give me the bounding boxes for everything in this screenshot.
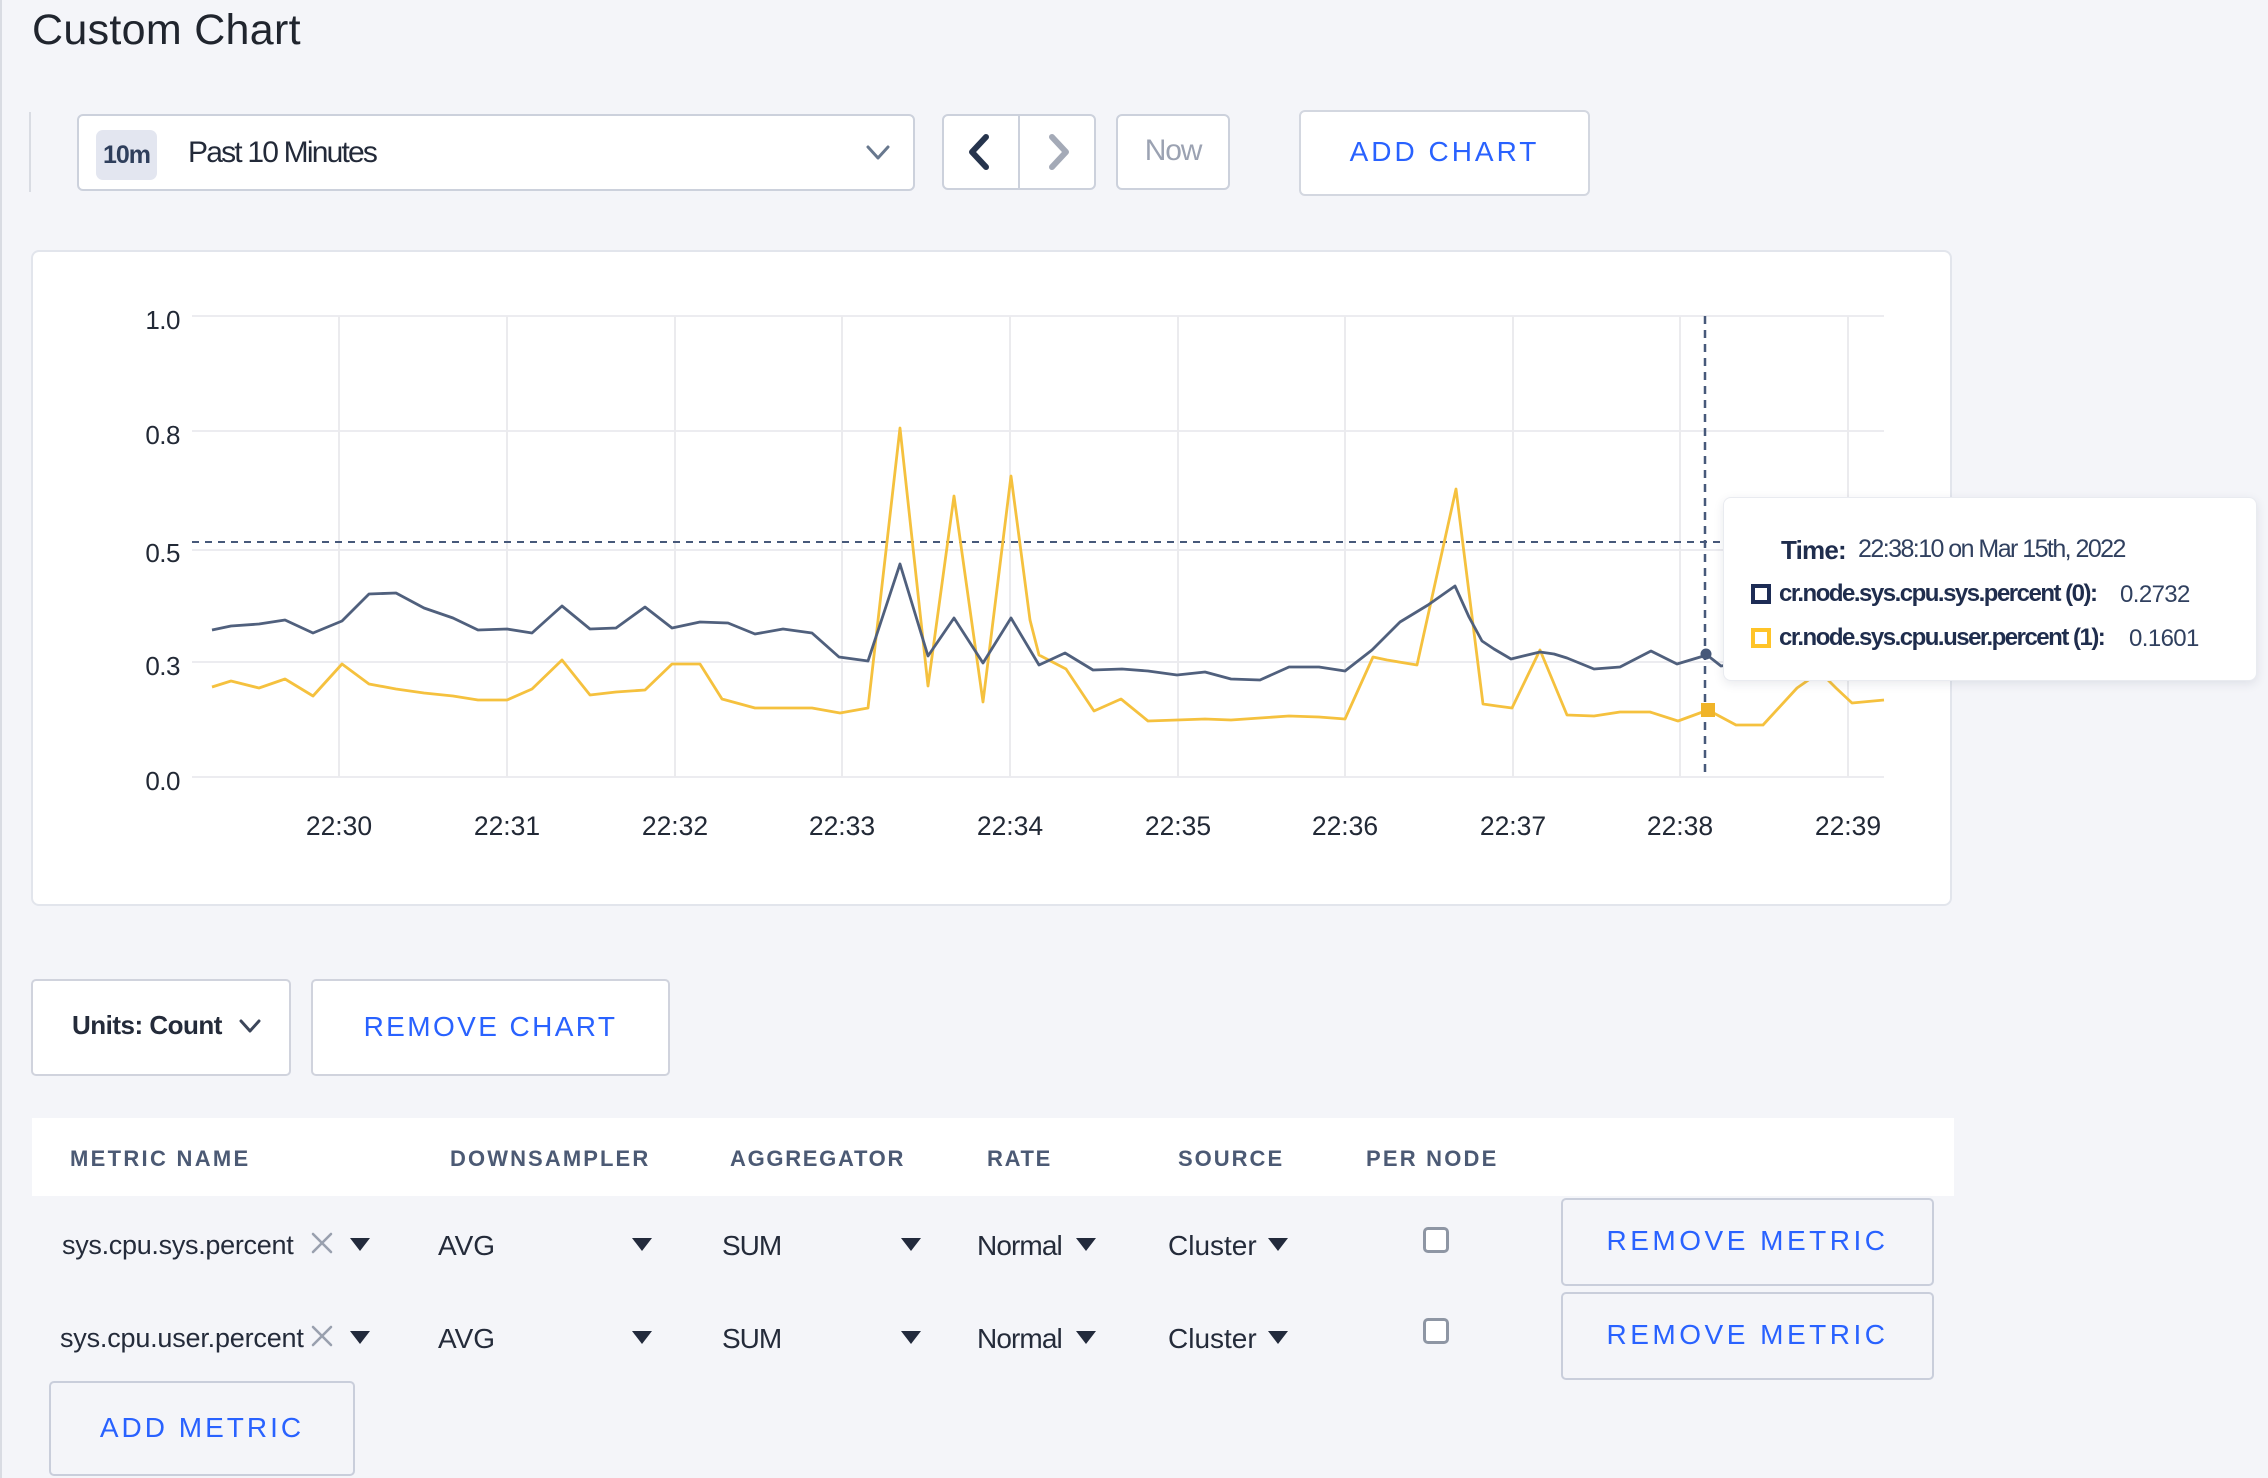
svg-text:0.3: 0.3 xyxy=(145,651,180,681)
svg-text:22:36: 22:36 xyxy=(1312,811,1378,841)
svg-text:22:35: 22:35 xyxy=(1145,811,1211,841)
svg-text:22:31: 22:31 xyxy=(474,811,540,841)
svg-text:22:32: 22:32 xyxy=(642,811,708,841)
svg-text:22:30: 22:30 xyxy=(306,811,372,841)
svg-text:0.5: 0.5 xyxy=(145,538,180,568)
svg-text:22:38: 22:38 xyxy=(1647,811,1713,841)
svg-text:22:37: 22:37 xyxy=(1480,811,1546,841)
svg-text:22:33: 22:33 xyxy=(809,811,875,841)
svg-text:0.0: 0.0 xyxy=(145,766,180,796)
svg-text:22:39: 22:39 xyxy=(1815,811,1881,841)
svg-text:22:34: 22:34 xyxy=(977,811,1043,841)
svg-text:1.0: 1.0 xyxy=(145,305,180,335)
svg-text:0.8: 0.8 xyxy=(145,420,180,450)
